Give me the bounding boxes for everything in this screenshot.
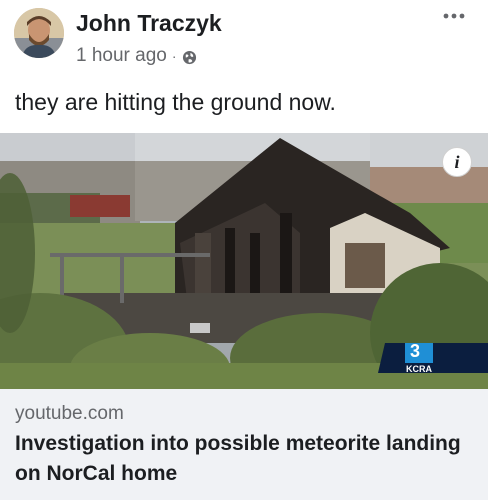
link-domain: youtube.com	[15, 403, 124, 424]
link-preview-image[interactable]: i 3 KCRA	[0, 133, 488, 389]
facebook-post: John Traczyk 1 hour ago · they are hitti…	[0, 0, 488, 500]
post-meta: 1 hour ago ·	[76, 45, 197, 67]
link-preview-footer[interactable]: youtube.com Investigation into possible …	[0, 389, 488, 500]
globe-icon	[182, 49, 197, 64]
kcra-watermark: KCRA	[406, 364, 432, 374]
author-name[interactable]: John Traczyk	[76, 10, 222, 37]
meta-separator: ·	[171, 48, 177, 64]
info-icon[interactable]: i	[442, 147, 472, 177]
kcra-watermark-number: 3	[410, 341, 421, 361]
avatar[interactable]	[14, 8, 64, 58]
post-timestamp[interactable]: 1 hour ago	[76, 45, 167, 67]
post-header: John Traczyk 1 hour ago ·	[0, 0, 488, 80]
post-text: they are hitting the ground now.	[15, 89, 336, 115]
more-options-icon[interactable]	[440, 6, 468, 26]
link-title[interactable]: Investigation into possible meteorite la…	[15, 429, 470, 489]
